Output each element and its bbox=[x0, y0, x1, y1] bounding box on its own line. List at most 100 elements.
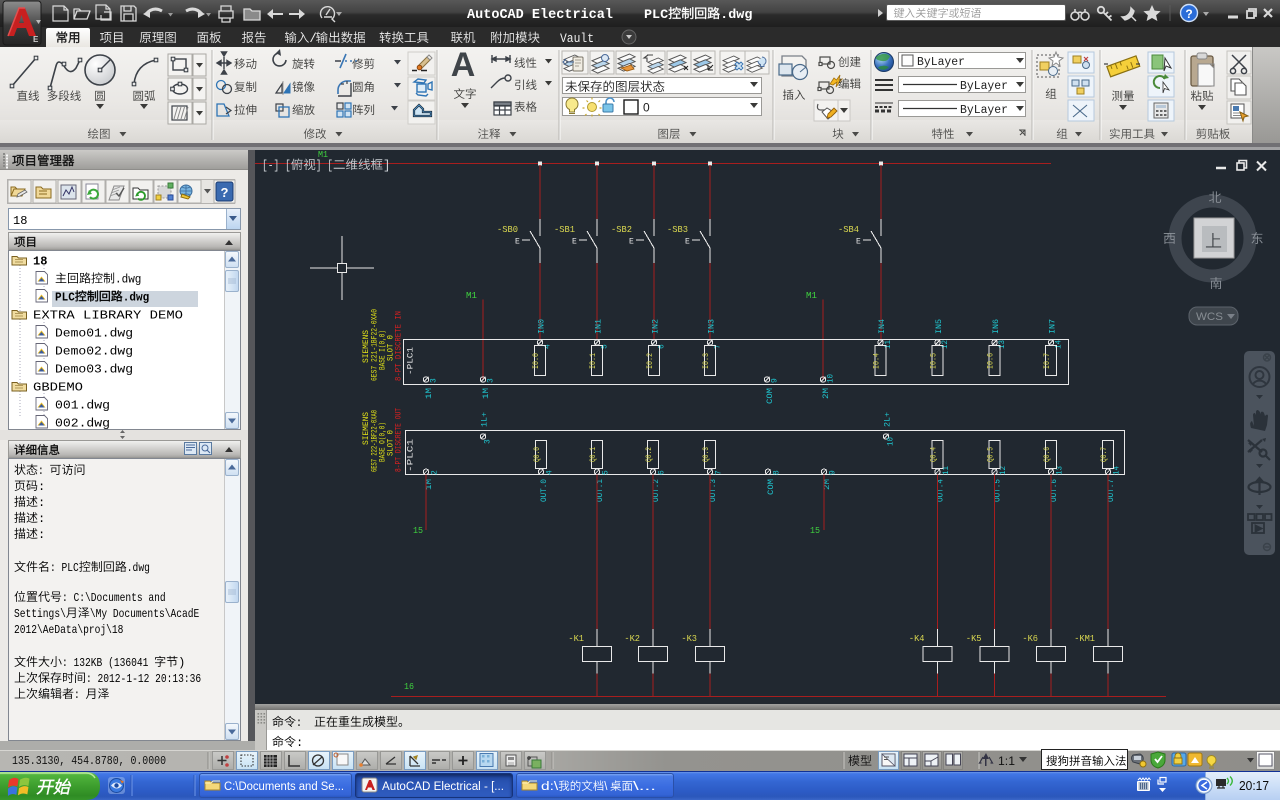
svg-text:?: ? bbox=[1185, 7, 1192, 21]
svg-text:Q0.0: Q0.0 bbox=[533, 447, 542, 462]
svg-text:-KM1: -KM1 bbox=[1074, 633, 1095, 644]
svg-text:IN3: IN3 bbox=[707, 319, 717, 334]
svg-text:8-PT DISCRETE IN: 8-PT DISCRETE IN bbox=[394, 311, 404, 381]
svg-text:E: E bbox=[515, 238, 520, 247]
svg-text:15: 15 bbox=[810, 525, 820, 536]
svg-text:C:\Documents and Se...: C:\Documents and Se... bbox=[224, 781, 344, 793]
svg-text:\: \ bbox=[604, 781, 608, 793]
svg-text:3: 3 bbox=[484, 439, 493, 444]
svg-text:Q0.7: Q0.7 bbox=[1100, 447, 1109, 462]
svg-text:3: 3 bbox=[430, 378, 439, 383]
svg-text:2M: 2M bbox=[821, 388, 831, 399]
svg-text:1L+: 1L+ bbox=[480, 412, 490, 427]
svg-text:PLC: PLC bbox=[644, 7, 668, 22]
svg-text:11: 11 bbox=[884, 340, 893, 349]
svg-text:3: 3 bbox=[487, 378, 496, 383]
svg-text:PLC: PLC bbox=[55, 291, 75, 305]
svg-text:A: A bbox=[451, 46, 476, 84]
svg-text::: : bbox=[38, 464, 50, 478]
svg-text:1M: 1M bbox=[481, 388, 491, 399]
svg-text:GBDEMO: GBDEMO bbox=[33, 381, 83, 395]
svg-text:2012\AeData\proj\18: 2012\AeData\proj\18 bbox=[14, 623, 123, 637]
svg-text:I0.3: I0.3 bbox=[702, 353, 711, 369]
svg-text:EXTRA LIBRARY DEMO: EXTRA LIBRARY DEMO bbox=[33, 309, 183, 323]
svg-text:E: E bbox=[685, 238, 690, 247]
svg-text:4: 4 bbox=[544, 344, 553, 349]
svg-text:[-] [: [-] [ bbox=[262, 159, 291, 173]
svg-text:.dwg: .dwg bbox=[127, 561, 150, 575]
svg-text:-PLC1: -PLC1 bbox=[406, 439, 416, 472]
svg-text:.dwg: .dwg bbox=[720, 7, 752, 22]
svg-text:?: ? bbox=[221, 185, 229, 200]
svg-text:5: 5 bbox=[601, 344, 610, 349]
svg-text:E: E bbox=[572, 238, 577, 247]
svg-text:12: 12 bbox=[941, 340, 950, 349]
svg-text::: : bbox=[38, 512, 45, 526]
svg-text:]: ] bbox=[383, 159, 391, 173]
svg-text:IN7: IN7 bbox=[1048, 319, 1058, 334]
svg-text:18: 18 bbox=[33, 255, 47, 269]
svg-text:-K4: -K4 bbox=[909, 633, 925, 644]
svg-text:Settings\: Settings\ bbox=[14, 607, 66, 621]
svg-text:IN0: IN0 bbox=[537, 319, 547, 334]
svg-text:2: 2 bbox=[431, 470, 440, 475]
svg-text:-K6: -K6 bbox=[1022, 633, 1038, 644]
svg-text:Demo03.dwg: Demo03.dwg bbox=[55, 363, 133, 377]
svg-text:Q0.6: Q0.6 bbox=[1043, 447, 1052, 462]
svg-text:E: E bbox=[629, 238, 634, 247]
svg-text:AutoCAD Electrical - [...: AutoCAD Electrical - [... bbox=[382, 781, 504, 793]
svg-text::: : bbox=[74, 688, 86, 702]
svg-text:1:1: 1:1 bbox=[998, 754, 1015, 768]
svg-text:8: 8 bbox=[773, 470, 782, 475]
svg-text:001.dwg: 001.dwg bbox=[55, 399, 110, 413]
svg-text:COM: COM bbox=[766, 479, 776, 495]
svg-text:AutoCAD Electrical: AutoCAD Electrical bbox=[467, 8, 613, 23]
svg-text:13: 13 bbox=[998, 340, 1007, 349]
svg-text:I0.4: I0.4 bbox=[873, 353, 882, 369]
svg-text:I0.5: I0.5 bbox=[930, 353, 939, 369]
svg-text:: 2012-1-12 20:13:36: : 2012-1-12 20:13:36 bbox=[86, 672, 201, 686]
svg-text:-K2: -K2 bbox=[624, 633, 640, 644]
svg-text:: C:\Documents and: : C:\Documents and bbox=[62, 591, 166, 605]
svg-text:: PLC: : PLC bbox=[50, 561, 79, 575]
svg-text:-SB1: -SB1 bbox=[554, 224, 575, 235]
svg-text:7: 7 bbox=[714, 344, 723, 349]
svg-text:E: E bbox=[856, 238, 861, 247]
svg-text:1M: 1M bbox=[424, 388, 434, 399]
svg-text:Q0.1: Q0.1 bbox=[589, 447, 598, 462]
svg-text:-K1: -K1 bbox=[568, 633, 584, 644]
svg-text:ByLayer: ByLayer bbox=[917, 56, 965, 69]
svg-text:16: 16 bbox=[404, 681, 414, 692]
svg-text:\My Documents\AcadE: \My Documents\AcadE bbox=[90, 607, 199, 621]
svg-text:Q0.2: Q0.2 bbox=[645, 447, 654, 462]
svg-text:IN5: IN5 bbox=[934, 319, 944, 334]
svg-text:ByLayer: ByLayer bbox=[960, 104, 1008, 117]
svg-text::: : bbox=[38, 480, 45, 494]
svg-text:0: 0 bbox=[643, 101, 650, 115]
svg-text:E: E bbox=[33, 35, 39, 44]
svg-text:.dwg: .dwg bbox=[123, 291, 149, 305]
svg-text:10: 10 bbox=[887, 437, 896, 446]
svg-text:: 132KB (136041: : 132KB (136041 bbox=[62, 656, 154, 670]
svg-text:M1: M1 bbox=[466, 290, 477, 301]
svg-text:): ) bbox=[178, 656, 185, 670]
svg-text:-K5: -K5 bbox=[966, 633, 982, 644]
svg-text:IN6: IN6 bbox=[991, 319, 1001, 334]
svg-text:I0.1: I0.1 bbox=[589, 353, 598, 369]
svg-text:IN4: IN4 bbox=[877, 319, 887, 334]
svg-text:] [: ] [ bbox=[316, 159, 333, 173]
svg-text:/: / bbox=[309, 32, 317, 46]
svg-text:15: 15 bbox=[413, 525, 423, 536]
svg-text:M1: M1 bbox=[806, 290, 817, 301]
svg-text:-SB3: -SB3 bbox=[667, 224, 688, 235]
svg-text::: : bbox=[38, 528, 45, 542]
svg-text:Q0.5: Q0.5 bbox=[987, 447, 996, 462]
svg-text:IN2: IN2 bbox=[651, 319, 661, 334]
svg-text::: : bbox=[296, 736, 303, 750]
svg-text:IN1: IN1 bbox=[594, 319, 604, 334]
svg-text:M1: M1 bbox=[318, 150, 328, 160]
svg-text:Demo01.dwg: Demo01.dwg bbox=[55, 327, 133, 341]
svg-text:Vault: Vault bbox=[560, 32, 594, 46]
svg-text:-SB4: -SB4 bbox=[838, 224, 859, 235]
svg-text:I0.7: I0.7 bbox=[1043, 353, 1052, 369]
